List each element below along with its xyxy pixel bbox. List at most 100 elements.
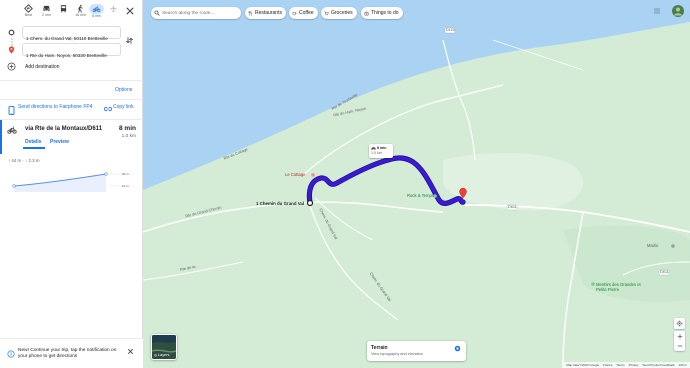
- info-icon: [7, 350, 15, 358]
- route-dots-icon: [10, 38, 13, 46]
- map-canvas[interactable]: D611 D611 D116 Rte de Tourlaville Rte du…: [143, 0, 690, 368]
- my-location-icon: [676, 320, 683, 327]
- attribution-terms[interactable]: Terms: [616, 363, 624, 367]
- elevation-tick-top: 30 m: [122, 172, 129, 176]
- origin-dot-icon: [8, 29, 15, 36]
- camera-icon: [364, 11, 369, 15]
- road-label-d611b: D611: [660, 270, 669, 274]
- chip-groceries-label: Groceries: [331, 10, 353, 16]
- terrain-subtitle: View topography and elevation: [371, 352, 423, 356]
- link-icon: [104, 106, 112, 112]
- details-button[interactable]: Details: [25, 139, 41, 145]
- map-attribution: Map data ©2024 Google France Terms Priva…: [563, 362, 690, 368]
- terrain-toggle-icon[interactable]: [454, 345, 461, 352]
- bicycle-icon: [7, 126, 17, 134]
- chip-restaurants[interactable]: Restaurants: [245, 7, 286, 19]
- attribution-feedback[interactable]: Send Product Feedback: [642, 363, 674, 367]
- zoom-out-icon[interactable]: [677, 343, 683, 349]
- road-label-d611: D611: [508, 205, 517, 209]
- car-icon: [43, 5, 50, 12]
- chip-things-to-do[interactable]: Things to do: [361, 7, 403, 19]
- route-time-tooltip[interactable]: 8 min 1.0 km: [369, 144, 393, 158]
- details-tab-underline: [23, 147, 45, 149]
- map-scale[interactable]: 100 m: [679, 363, 687, 367]
- route-tip-distance: 1.0 km: [371, 151, 382, 155]
- route-tip-time: 8 min: [377, 145, 387, 150]
- chip-groceries[interactable]: Groceries: [321, 7, 357, 19]
- phone-icon: [8, 106, 15, 115]
- mode-walk[interactable]: 16 min: [72, 4, 89, 26]
- mode-cycle-highlight: [89, 4, 104, 14]
- my-location-button[interactable]: [674, 318, 685, 329]
- route-search-box[interactable]: [151, 7, 241, 19]
- avatar[interactable]: [672, 5, 684, 17]
- poi-menhirs[interactable]: Menhirs des Grandes et Petite Pierre: [596, 282, 642, 292]
- layers-button[interactable]: Layers: [151, 334, 177, 360]
- notification-banner: New! Continue your trip, tap the notific…: [0, 338, 143, 368]
- elevation-start-point: [12, 184, 16, 188]
- origin-field[interactable]: [22, 26, 121, 44]
- elevation-end-point: [104, 172, 108, 176]
- destination-pin-icon: [8, 46, 15, 54]
- chip-coffee-label: Coffee: [299, 10, 314, 16]
- apps-grid-icon[interactable]: [654, 8, 660, 14]
- divider: [0, 99, 143, 100]
- poi-cottage-pin: [311, 173, 315, 177]
- destination-field[interactable]: [22, 43, 121, 61]
- copy-link-button[interactable]: Copy link: [113, 104, 135, 111]
- divider: [0, 80, 143, 81]
- close-notification-icon[interactable]: [127, 348, 134, 355]
- poi-cottage[interactable]: Le Cottage: [285, 172, 306, 177]
- options-button[interactable]: Options: [115, 87, 132, 93]
- route-start-marker: [306, 199, 314, 207]
- bicycle-icon: [371, 146, 376, 150]
- send-directions-button[interactable]: Send directions to Fairphone FP4: [18, 104, 94, 111]
- travel-mode-bar: Best 2 min 16 min 8 min: [0, 0, 143, 26]
- mode-flight[interactable]: [105, 4, 122, 26]
- route-via-label: via Rte de la Montaux/D611: [25, 126, 103, 132]
- attribution-privacy[interactable]: Privacy: [629, 363, 639, 367]
- bus-icon: [60, 5, 67, 13]
- mode-best[interactable]: Best: [20, 4, 37, 26]
- swap-icon[interactable]: [125, 36, 134, 45]
- preview-button[interactable]: Preview: [50, 139, 69, 145]
- close-icon[interactable]: [125, 6, 135, 16]
- poi-menhirs-pin: [591, 282, 595, 286]
- route-start-label: 1 Chemin du Grand Val: [256, 201, 305, 206]
- zoom-in-icon[interactable]: [677, 333, 683, 340]
- map-graphics: [143, 0, 690, 368]
- poi-mairie[interactable]: Mairie: [647, 243, 658, 248]
- zoom-controls: [674, 331, 685, 351]
- mode-transit[interactable]: [55, 4, 72, 26]
- terrain-layer-card[interactable]: Terrain View topography and elevation: [367, 341, 466, 361]
- road-label-d116: D116: [446, 28, 455, 32]
- mode-drive[interactable]: 2 min: [38, 4, 55, 26]
- walk-icon: [78, 4, 83, 13]
- route-distance: 1.0 km: [121, 134, 136, 139]
- mode-walk-label: 16 min: [75, 13, 86, 17]
- add-destination-icon[interactable]: [7, 62, 16, 71]
- elevation-area: [14, 174, 106, 192]
- add-destination-button[interactable]: Add destination: [25, 64, 59, 70]
- mode-drive-label: 2 min: [42, 13, 51, 17]
- route-search-input[interactable]: [161, 10, 241, 16]
- chip-coffee[interactable]: Coffee: [289, 7, 318, 19]
- cart-icon: [324, 10, 329, 15]
- flight-icon: [110, 4, 117, 13]
- selected-route-indicator: [0, 120, 2, 154]
- mode-cycle[interactable]: 8 min: [88, 4, 105, 26]
- attribution-map-data: Map data ©2024 Google: [566, 363, 600, 367]
- chip-restaurants-label: Restaurants: [255, 10, 282, 16]
- poi-rock[interactable]: Rock & Temps: [407, 193, 434, 198]
- coffee-icon: [292, 11, 297, 15]
- destination-input[interactable]: [23, 50, 120, 61]
- restaurant-icon: [248, 10, 252, 16]
- elevation-tick-bottom: 10 m: [122, 184, 129, 188]
- search-icon: [154, 10, 160, 16]
- route-option-card[interactable]: via Rte de la Montaux/D611 8 min 1.0 km …: [0, 120, 143, 158]
- mode-cycle-label: 8 min: [92, 14, 101, 18]
- route-time: 8 min: [119, 125, 136, 132]
- elevation-chart: 30 m 10 m: [12, 172, 134, 192]
- attribution-country[interactable]: France: [603, 363, 612, 367]
- bicycle-icon: [92, 6, 101, 12]
